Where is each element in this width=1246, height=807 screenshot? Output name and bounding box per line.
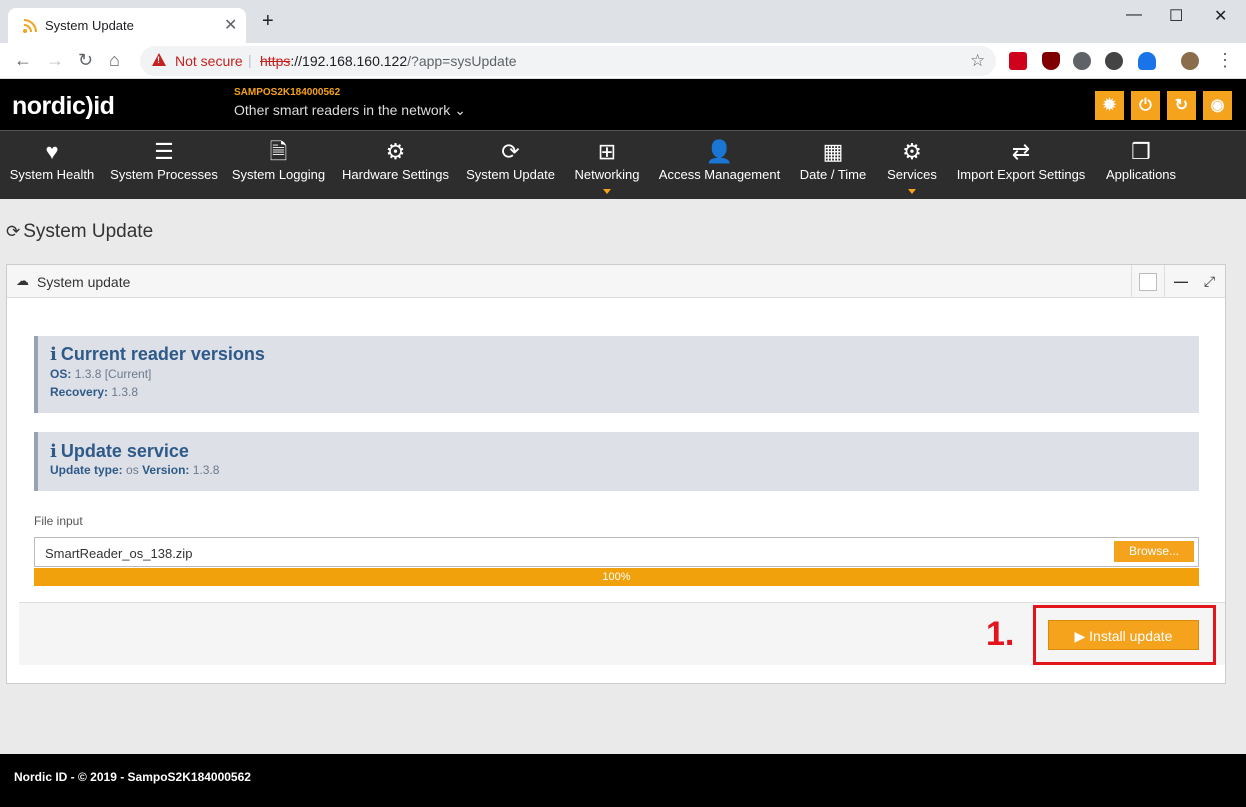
os-version: OS: 1.3.8 [Current]	[50, 367, 152, 381]
page-title: ⟳ System Update	[6, 221, 154, 242]
browser-tab-bar: System Update ✕ + — ☐ ✕	[0, 0, 1246, 43]
panel-footer: 1. ▶ Install update	[19, 602, 1225, 665]
refresh-icon: ⟳	[6, 222, 21, 241]
main-content: ⟳ System Update ☁ System update — ⤢ i Curr…	[0, 199, 1246, 754]
info-icon: i	[50, 344, 57, 365]
maximize-window-button[interactable]: ☐	[1169, 6, 1183, 26]
dropdown-caret-icon	[908, 189, 916, 194]
update-type: Update type: os Version: 1.3.8	[50, 463, 220, 477]
progress-text: 100%	[602, 571, 631, 583]
file-input-label: File input	[34, 514, 83, 528]
ublock-extension-icon[interactable]	[1042, 52, 1060, 70]
service-heading: i Update service	[50, 441, 189, 462]
system-update-panel: ☁ System update — ⤢ i Current reader vers…	[6, 264, 1226, 684]
update-service-box: i Update service Update type: os Version:…	[34, 432, 1199, 491]
nav-applications[interactable]: ❒ Applications	[1102, 131, 1180, 200]
file-input[interactable]: SmartReader_os_138.zip Browse...	[34, 537, 1199, 567]
address-separator: |	[248, 52, 252, 68]
nav-import-export-settings[interactable]: ⇄ Import Export Settings	[952, 131, 1090, 200]
main-nav: ♥ System Health ☰ System Processes 🗎 Sys…	[0, 130, 1246, 199]
bug-icon[interactable]: ✹	[1095, 91, 1124, 120]
nav-hardware-settings[interactable]: ⚙ Hardware Settings	[339, 131, 452, 200]
nav-date-time[interactable]: ▦ Date / Time	[794, 131, 872, 200]
calendar-icon: ▦	[822, 139, 844, 164]
panel-title: System update	[37, 274, 131, 290]
nav-system-logging[interactable]: 🗎 System Logging	[230, 131, 327, 200]
app-header: nordic)id SAMPOS2K184000562 Other smart …	[0, 79, 1246, 130]
page-footer: Nordic ID - © 2019 - SampoS2K184000562	[0, 754, 1246, 807]
refresh-icon: ⟳	[501, 139, 520, 164]
url-text[interactable]: https://192.168.160.122/?app=sysUpdate	[260, 53, 517, 69]
footer-text: Nordic ID - © 2019 - SampoS2K184000562	[14, 770, 251, 784]
back-button[interactable]: ←	[14, 51, 32, 69]
forward-button[interactable]: →	[46, 51, 64, 69]
nav-system-update[interactable]: ⟳ System Update	[464, 131, 557, 200]
panel-checkbox[interactable]	[1131, 265, 1164, 298]
cubes-icon: ❒	[1131, 139, 1151, 164]
extension-icon[interactable]	[1105, 52, 1123, 70]
step-label: 1.	[986, 615, 1015, 653]
reader-id: SAMPOS2K184000562	[234, 87, 341, 98]
download-extension-icon[interactable]	[1073, 52, 1091, 70]
home-button[interactable]: ⌂	[109, 51, 120, 69]
new-tab-button[interactable]: +	[262, 11, 274, 31]
rss-favicon-icon	[23, 19, 37, 33]
install-update-button[interactable]: ▶ Install update	[1048, 620, 1199, 650]
reload-button[interactable]: ↻	[78, 51, 93, 69]
extension-badge-icon[interactable]	[1138, 52, 1156, 70]
nav-system-processes[interactable]: ☰ System Processes	[110, 131, 218, 200]
file-icon: 🗎	[269, 139, 288, 164]
close-window-button[interactable]: ✕	[1214, 6, 1227, 26]
panel-expand-icon[interactable]: ⤢	[1193, 265, 1226, 298]
profile-avatar[interactable]	[1181, 52, 1199, 70]
user-icon: 👤	[705, 139, 734, 164]
versions-heading: i Current reader versions	[50, 344, 265, 365]
file-name: SmartReader_os_138.zip	[45, 546, 193, 561]
sitemap-icon: ⊞	[597, 139, 617, 164]
extension-icon[interactable]	[1009, 52, 1027, 70]
recovery-version: Recovery: 1.3.8	[50, 385, 139, 399]
nordic-id-logo: nordic)id	[12, 92, 115, 120]
dropdown-caret-icon	[603, 189, 611, 194]
bookmark-star-icon[interactable]: ☆	[970, 51, 985, 71]
tab-close-icon[interactable]: ✕	[224, 15, 237, 35]
cloud-upload-icon: ☁	[16, 273, 29, 288]
list-icon: ☰	[154, 139, 174, 164]
gears-icon: ⚙	[385, 139, 406, 164]
browser-tab[interactable]: System Update ✕	[8, 8, 246, 43]
exchange-icon: ⇄	[1011, 139, 1031, 164]
other-readers-dropdown[interactable]: Other smart readers in the network ⌄	[234, 102, 466, 119]
heartbeat-icon: ♥	[45, 139, 59, 164]
info-icon: i	[50, 441, 57, 462]
tab-title: System Update	[45, 18, 134, 33]
not-secure-label[interactable]: Not secure	[175, 53, 243, 69]
upload-progress-bar: 100%	[34, 568, 1199, 586]
current-versions-box: i Current reader versions OS: 1.3.8 [Curr…	[34, 336, 1199, 413]
minimize-window-button[interactable]: —	[1126, 6, 1142, 24]
nav-networking[interactable]: ⊞ Networking	[569, 131, 645, 200]
gear-icon: ⚙	[902, 139, 922, 164]
address-bar[interactable]: ! Not secure | https://192.168.160.122/?…	[140, 46, 996, 76]
nav-services[interactable]: ⚙ Services	[884, 131, 940, 200]
browser-toolbar: ← → ↻ ⌂ ! Not secure | https://192.168.1…	[0, 43, 1246, 79]
browser-menu-icon[interactable]: ⋮	[1216, 51, 1234, 69]
browse-button[interactable]: Browse...	[1114, 541, 1194, 562]
nav-system-health[interactable]: ♥ System Health	[6, 131, 98, 200]
nav-access-management[interactable]: 👤 Access Management	[657, 131, 782, 200]
panel-header: ☁ System update — ⤢	[7, 265, 1225, 298]
target-icon[interactable]: ◉	[1203, 91, 1232, 120]
power-icon[interactable]: ⏻	[1131, 91, 1160, 120]
refresh-icon[interactable]: ↻	[1167, 91, 1196, 120]
